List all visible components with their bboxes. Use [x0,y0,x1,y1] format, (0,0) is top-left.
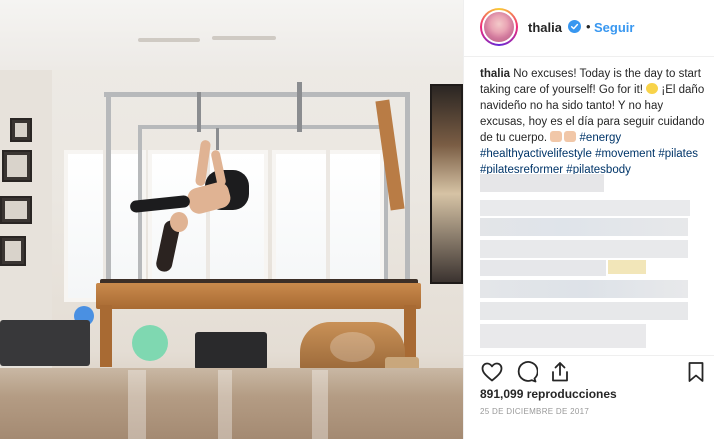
wall-poster [430,84,463,284]
verified-badge-icon [568,20,581,33]
bookmark-icon[interactable] [684,360,708,384]
post-caption: thalia No excuses! Today is the day to s… [480,66,708,178]
post-sidebar: thalia • Seguir thalia No excuses! Today… [463,0,714,439]
floor-reflection [128,370,146,439]
redacted-block [480,218,688,236]
redacted-block [480,324,646,348]
redacted-block [480,174,604,192]
hashtag-link[interactable]: #movement [595,148,655,160]
action-bar [464,355,714,383]
comment-icon[interactable] [514,360,538,384]
equipment-stack [0,320,90,366]
post-date[interactable]: 25 DE DICIEMBRE DE 2017 [480,407,589,416]
redacted-block [480,260,606,276]
post-video[interactable] [0,0,463,439]
wall-picture [2,150,32,182]
avatar-image [482,10,516,44]
frame-hook [297,82,302,132]
post-header: thalia • Seguir [464,0,714,57]
follow-button[interactable]: Seguir [594,20,634,35]
redacted-comments [480,170,706,354]
header-separator: • [586,19,591,34]
frame-post [405,92,410,292]
reformer-bed [96,283,421,309]
hashtag-link[interactable]: #pilates [658,148,698,160]
redacted-block [480,280,688,298]
equipment-box [195,332,267,370]
floor-reflection [218,370,232,439]
share-icon[interactable] [548,360,572,384]
caption-author[interactable]: thalia [480,68,510,80]
frame-strap [216,128,219,150]
exercise-ball [132,325,168,361]
wall-picture [0,236,26,266]
redacted-block [480,200,690,216]
scene-ceiling [0,0,463,70]
avatar[interactable] [480,8,518,46]
redacted-block [480,240,688,258]
wall-picture [0,196,32,224]
frame-bar [138,125,388,129]
scene-vent [138,38,200,42]
frame-strap [197,92,201,132]
redacted-block [480,302,688,320]
view-count[interactable]: 891,099 reproducciones [480,387,617,401]
hashtag-link[interactable]: #energy [580,132,622,144]
wall-picture [10,118,32,142]
redacted-block [608,260,646,274]
star-emoji-icon [646,83,659,94]
post-frame: thalia • Seguir thalia No excuses! Today… [0,0,714,439]
frame-post [106,92,111,292]
floor-reflection [312,370,328,439]
reformer-leg [100,305,112,367]
flexed-biceps-emoji-icon [550,131,563,142]
hashtag-link[interactable]: #healthyactivelifestyle [480,148,592,160]
username[interactable]: thalia [528,20,562,35]
scene-vent [212,36,276,40]
fist-emoji-icon [564,131,577,142]
heart-icon[interactable] [480,360,504,384]
frame-bar [104,92,410,97]
person-head [170,212,188,232]
